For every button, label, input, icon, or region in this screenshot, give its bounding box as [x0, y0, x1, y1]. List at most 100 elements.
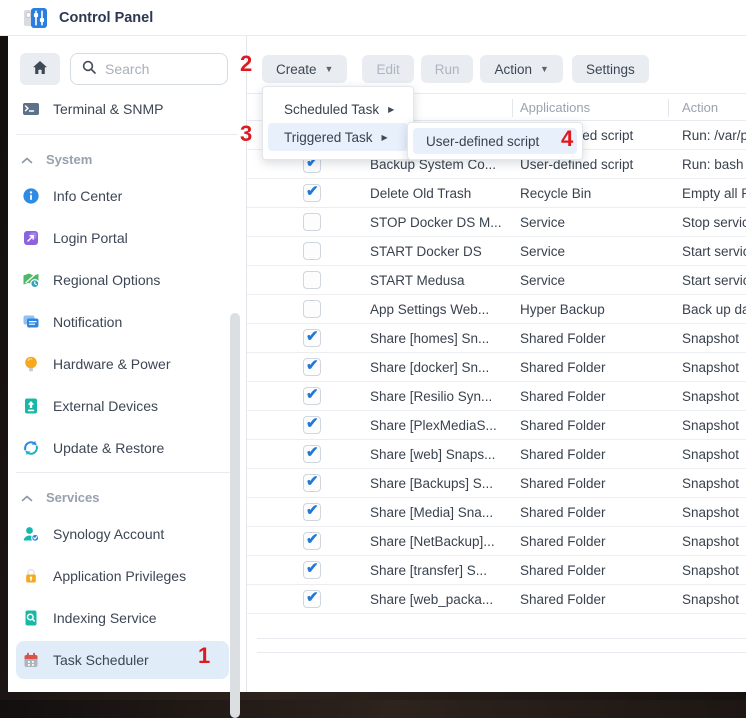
task-action: Start servic	[675, 244, 746, 259]
chevron-down-icon: ▼	[325, 64, 334, 74]
task-name: Share [docker] Sn...	[370, 360, 520, 375]
table-row[interactable]: START Medusa Service Start servic	[247, 266, 746, 295]
table-row[interactable]: Delete Old Trash Recycle Bin Empty all R	[247, 179, 746, 208]
row-enabled-checkbox[interactable]	[303, 387, 321, 405]
sidebar-item-label: Task Scheduler	[53, 652, 149, 668]
row-enabled-checkbox[interactable]	[303, 561, 321, 579]
row-enabled-checkbox[interactable]	[303, 590, 321, 608]
login-portal-icon	[22, 229, 40, 247]
sidebar-item-indexing-service[interactable]: Indexing Service	[8, 597, 246, 639]
sidebar-item-synology-account[interactable]: Synology Account	[8, 513, 246, 555]
row-enabled-checkbox[interactable]	[303, 416, 321, 434]
info-icon	[22, 187, 40, 205]
task-action: Back up da	[675, 302, 746, 317]
toolbar: Create ▼ Edit Run Action ▼ Settings	[262, 55, 649, 83]
table-row[interactable]: Share [docker] Sn... Shared Folder Snaps…	[247, 353, 746, 382]
task-action: Snapshot	[675, 563, 746, 578]
table-row[interactable]: App Settings Web... Hyper Backup Back up…	[247, 295, 746, 324]
task-application: Service	[520, 273, 675, 288]
table-row[interactable]: Share [web_packa... Shared Folder Snapsh…	[247, 585, 746, 614]
sidebar-item-label: Hardware & Power	[53, 356, 171, 372]
table-row[interactable]: Share [transfer] S... Shared Folder Snap…	[247, 556, 746, 585]
task-application: Shared Folder	[520, 360, 675, 375]
table-row[interactable]: Share [Media] Sna... Shared Folder Snaps…	[247, 498, 746, 527]
sidebar-item-hardware-power[interactable]: Hardware & Power	[8, 343, 246, 385]
row-enabled-checkbox[interactable]	[303, 213, 321, 231]
home-button[interactable]	[20, 53, 60, 85]
menu-item-scheduled-task[interactable]: Scheduled Task ▶	[263, 95, 413, 123]
sidebar-item-update-restore[interactable]: Update & Restore	[8, 427, 246, 469]
chevron-up-icon	[21, 490, 33, 505]
task-name: Share [Media] Sna...	[370, 505, 520, 520]
annotation-step-4: 4	[561, 128, 573, 150]
table-row[interactable]: Share [Resilio Syn... Shared Folder Snap…	[247, 382, 746, 411]
row-enabled-checkbox[interactable]	[303, 532, 321, 550]
home-icon	[32, 60, 48, 78]
create-button-label: Create	[276, 62, 317, 77]
sidebar-item-application-privileges[interactable]: Application Privileges	[8, 555, 246, 597]
row-enabled-checkbox[interactable]	[303, 242, 321, 260]
task-action: Snapshot	[675, 534, 746, 549]
search-input[interactable]	[70, 53, 228, 85]
task-name: Share [PlexMediaS...	[370, 418, 520, 433]
row-enabled-checkbox[interactable]	[303, 271, 321, 289]
sidebar: Terminal & SNMP System Info Center Login…	[8, 36, 247, 692]
task-application: Shared Folder	[520, 447, 675, 462]
sidebar-item-info-center[interactable]: Info Center	[8, 175, 246, 217]
menu-item-triggered-task[interactable]: Triggered Task ▶	[268, 123, 408, 151]
task-application: Service	[520, 215, 675, 230]
indexing-service-icon	[22, 609, 40, 627]
sidebar-item-label: Notification	[53, 314, 122, 330]
sidebar-item-label: Regional Options	[53, 272, 160, 288]
column-header-applications[interactable]: Applications	[520, 100, 675, 115]
menu-item-label: User-defined script	[426, 134, 539, 149]
row-enabled-checkbox[interactable]	[303, 184, 321, 202]
section-label: System	[46, 152, 92, 167]
table-row[interactable]: Share [homes] Sn... Shared Folder Snapsh…	[247, 324, 746, 353]
sidebar-section-services[interactable]: Services	[8, 485, 246, 509]
task-action: Snapshot	[675, 592, 746, 607]
row-enabled-checkbox[interactable]	[303, 445, 321, 463]
row-enabled-checkbox[interactable]	[303, 474, 321, 492]
row-enabled-checkbox[interactable]	[303, 300, 321, 318]
section-label: Services	[46, 490, 100, 505]
edit-button-label: Edit	[376, 62, 399, 77]
menu-item-user-defined-script[interactable]: User-defined script	[413, 128, 577, 154]
sidebar-item-external-devices[interactable]: External Devices	[8, 385, 246, 427]
edit-button[interactable]: Edit	[362, 55, 413, 83]
empty-row-divider	[257, 638, 746, 639]
sidebar-item-label: Application Privileges	[53, 568, 186, 584]
row-enabled-checkbox[interactable]	[303, 329, 321, 347]
task-action: Snapshot	[675, 331, 746, 346]
sidebar-section-system[interactable]: System	[8, 147, 246, 171]
table-row[interactable]: STOP Docker DS M... Service Stop servic	[247, 208, 746, 237]
task-action: Snapshot	[675, 389, 746, 404]
sidebar-item-login-portal[interactable]: Login Portal	[8, 217, 246, 259]
task-name: Share [web_packa...	[370, 592, 520, 607]
sidebar-item-label: Synology Account	[53, 526, 164, 542]
table-row[interactable]: START Docker DS Service Start servic	[247, 237, 746, 266]
create-button[interactable]: Create ▼	[262, 55, 347, 83]
table-row[interactable]: Share [Backups] S... Shared Folder Snaps…	[247, 469, 746, 498]
sidebar-item-terminal-snmp[interactable]: Terminal & SNMP	[8, 95, 246, 123]
sidebar-item-notification[interactable]: Notification	[8, 301, 246, 343]
table-row[interactable]: Share [PlexMediaS... Shared Folder Snaps…	[247, 411, 746, 440]
task-application: Shared Folder	[520, 331, 675, 346]
table-row[interactable]: Share [NetBackup]... Shared Folder Snaps…	[247, 527, 746, 556]
sidebar-item-regional-options[interactable]: Regional Options	[8, 259, 246, 301]
search-field[interactable]	[105, 61, 219, 77]
sidebar-item-label: Terminal & SNMP	[53, 101, 163, 117]
row-enabled-checkbox[interactable]	[303, 503, 321, 521]
action-button[interactable]: Action ▼	[480, 55, 562, 83]
sidebar-scrollbar-thumb[interactable]	[230, 313, 240, 718]
run-button[interactable]: Run	[421, 55, 474, 83]
sidebar-item-label: Info Center	[53, 188, 122, 204]
row-enabled-checkbox[interactable]	[303, 358, 321, 376]
table-row[interactable]: Share [web] Snaps... Shared Folder Snaps…	[247, 440, 746, 469]
task-application: Shared Folder	[520, 476, 675, 491]
empty-row-divider	[257, 652, 746, 653]
task-application: Shared Folder	[520, 563, 675, 578]
column-header-action[interactable]: Action	[675, 100, 746, 115]
settings-button[interactable]: Settings	[572, 55, 649, 83]
chevron-down-icon: ▼	[540, 64, 549, 74]
